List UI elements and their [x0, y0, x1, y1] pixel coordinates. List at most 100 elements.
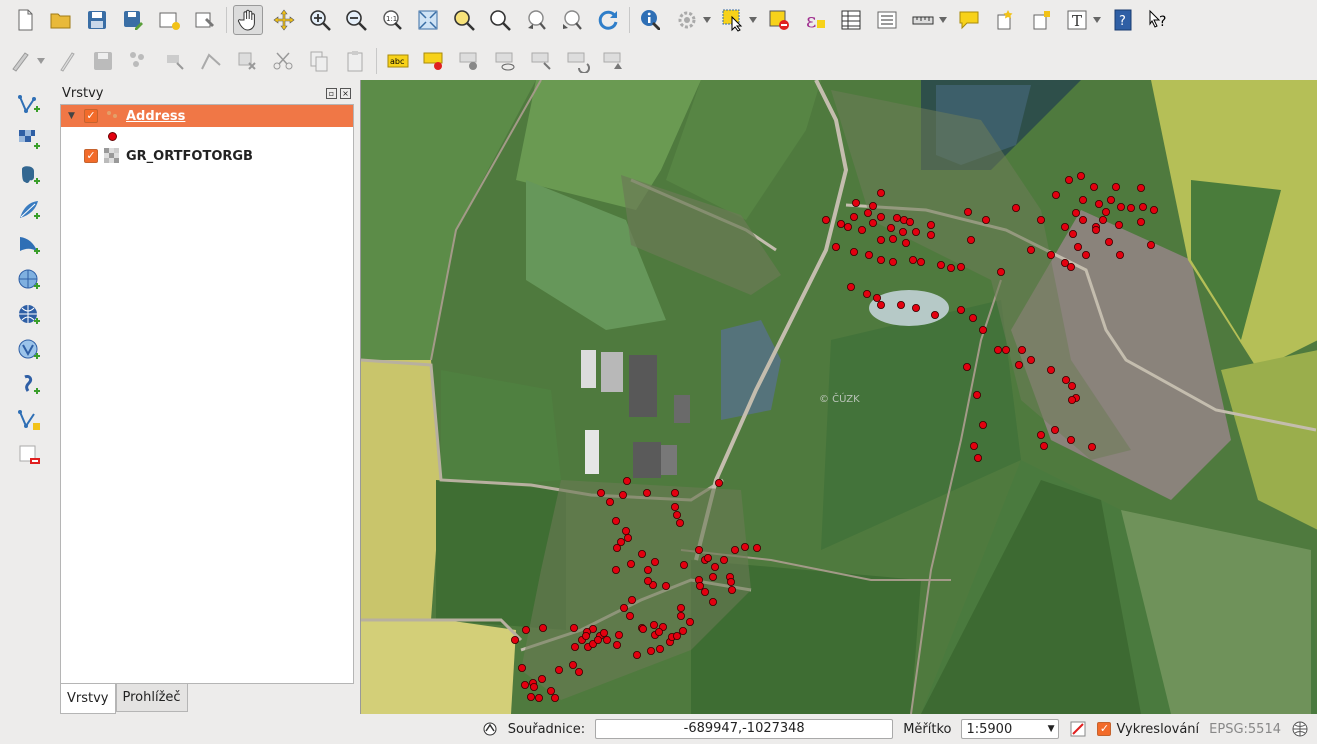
address-point[interactable] [612, 543, 621, 552]
address-point[interactable] [1065, 176, 1074, 185]
add-raster-layer-icon[interactable] [14, 125, 44, 155]
copy-features-icon[interactable] [304, 46, 334, 76]
layer-item-address[interactable]: ▼ ✓ Address [61, 105, 353, 127]
pan-to-selection-icon[interactable] [269, 5, 299, 35]
move-feature-icon[interactable] [160, 46, 190, 76]
chevron-down-icon[interactable] [36, 58, 46, 64]
address-point[interactable] [893, 213, 902, 222]
add-wms-layer-icon[interactable] [14, 265, 44, 295]
address-point[interactable] [679, 560, 688, 569]
address-point[interactable] [909, 255, 918, 264]
address-point[interactable] [836, 219, 845, 228]
address-point[interactable] [700, 587, 709, 596]
label-show-hide-icon[interactable] [491, 46, 521, 76]
address-point[interactable] [534, 694, 543, 703]
address-point[interactable] [672, 510, 681, 519]
address-point[interactable] [611, 565, 620, 574]
tab-browser[interactable]: Prohlížeč [115, 684, 188, 712]
whats-this-icon[interactable]: ? [1144, 5, 1174, 35]
chevron-down-icon[interactable] [748, 17, 758, 23]
address-point[interactable] [931, 310, 940, 319]
zoom-full-icon[interactable] [413, 5, 443, 35]
address-point[interactable] [1062, 375, 1071, 384]
address-point[interactable] [1082, 250, 1091, 259]
crs-status[interactable]: EPSG:5514 [1209, 722, 1281, 737]
address-point[interactable] [994, 345, 1003, 354]
show-bookmarks-icon[interactable] [1026, 5, 1056, 35]
address-point[interactable] [1002, 345, 1011, 354]
address-point[interactable] [1012, 204, 1021, 213]
address-point[interactable] [1095, 200, 1104, 209]
field-calculator-icon[interactable]: ε [800, 5, 830, 35]
map-canvas[interactable]: © ČÚZK [360, 80, 1317, 714]
address-point[interactable] [714, 478, 723, 487]
address-point[interactable] [849, 212, 858, 221]
address-point[interactable] [1115, 220, 1124, 229]
address-point[interactable] [1107, 196, 1116, 205]
address-point[interactable] [740, 542, 749, 551]
address-point[interactable] [912, 303, 921, 312]
node-tool-icon[interactable] [196, 46, 226, 76]
tab-layers[interactable]: Vrstvy [60, 684, 116, 714]
address-point[interactable] [638, 625, 647, 634]
address-point[interactable] [862, 289, 871, 298]
address-point[interactable] [632, 651, 641, 660]
address-point[interactable] [873, 293, 882, 302]
address-point[interactable] [708, 598, 717, 607]
zoom-out-icon[interactable] [341, 5, 371, 35]
crs-globe-icon[interactable] [1291, 720, 1309, 738]
address-point[interactable] [694, 545, 703, 554]
address-point[interactable] [719, 555, 728, 564]
address-point[interactable] [521, 626, 530, 635]
address-point[interactable] [570, 643, 579, 652]
address-point[interactable] [1027, 355, 1036, 364]
address-point[interactable] [897, 300, 906, 309]
address-point[interactable] [568, 661, 577, 670]
layer-tree[interactable]: ▼ ✓ Address ✓ GR_ORTFOTORGB [60, 104, 354, 684]
address-point[interactable] [546, 687, 555, 696]
text-annotation-icon[interactable]: T [1062, 5, 1092, 35]
cut-features-icon[interactable] [268, 46, 298, 76]
address-point[interactable] [1074, 242, 1083, 251]
address-point[interactable] [863, 208, 872, 217]
address-point[interactable] [623, 533, 632, 542]
address-point[interactable] [618, 490, 627, 499]
layer-visibility-checkbox[interactable]: ✓ [84, 149, 98, 163]
address-point[interactable] [550, 694, 559, 703]
save-project-icon[interactable] [82, 5, 112, 35]
label-rotate-icon[interactable] [563, 46, 593, 76]
address-point[interactable] [857, 225, 866, 234]
address-point[interactable] [602, 636, 611, 645]
address-point[interactable] [906, 217, 915, 226]
new-project-icon[interactable] [10, 5, 40, 35]
label-highlight-icon[interactable] [455, 46, 485, 76]
address-point[interactable] [1069, 229, 1078, 238]
address-point[interactable] [1018, 345, 1027, 354]
address-point[interactable] [670, 488, 679, 497]
identify-icon[interactable] [636, 5, 666, 35]
zoom-to-selection-icon[interactable] [449, 5, 479, 35]
address-point[interactable] [1147, 240, 1156, 249]
address-point[interactable] [997, 267, 1006, 276]
stop-render-icon[interactable] [1069, 720, 1087, 738]
address-point[interactable] [650, 557, 659, 566]
address-point[interactable] [649, 621, 658, 630]
new-bookmark-icon[interactable] [990, 5, 1020, 35]
measure-icon[interactable] [908, 5, 938, 35]
address-point[interactable] [917, 257, 926, 266]
layer-item-ortofoto[interactable]: ✓ GR_ORTFOTORGB [61, 145, 353, 167]
delete-selected-icon[interactable] [232, 46, 262, 76]
address-point[interactable] [646, 647, 655, 656]
address-point[interactable] [626, 559, 635, 568]
address-point[interactable] [708, 572, 717, 581]
address-point[interactable] [1061, 222, 1070, 231]
address-point[interactable] [675, 518, 684, 527]
address-point[interactable] [621, 526, 630, 535]
statistics-icon[interactable] [872, 5, 902, 35]
address-point[interactable] [510, 636, 519, 645]
address-point[interactable] [574, 668, 583, 677]
address-point[interactable] [538, 624, 547, 633]
address-point[interactable] [887, 223, 896, 232]
zoom-last-icon[interactable] [521, 5, 551, 35]
address-point[interactable] [957, 305, 966, 314]
